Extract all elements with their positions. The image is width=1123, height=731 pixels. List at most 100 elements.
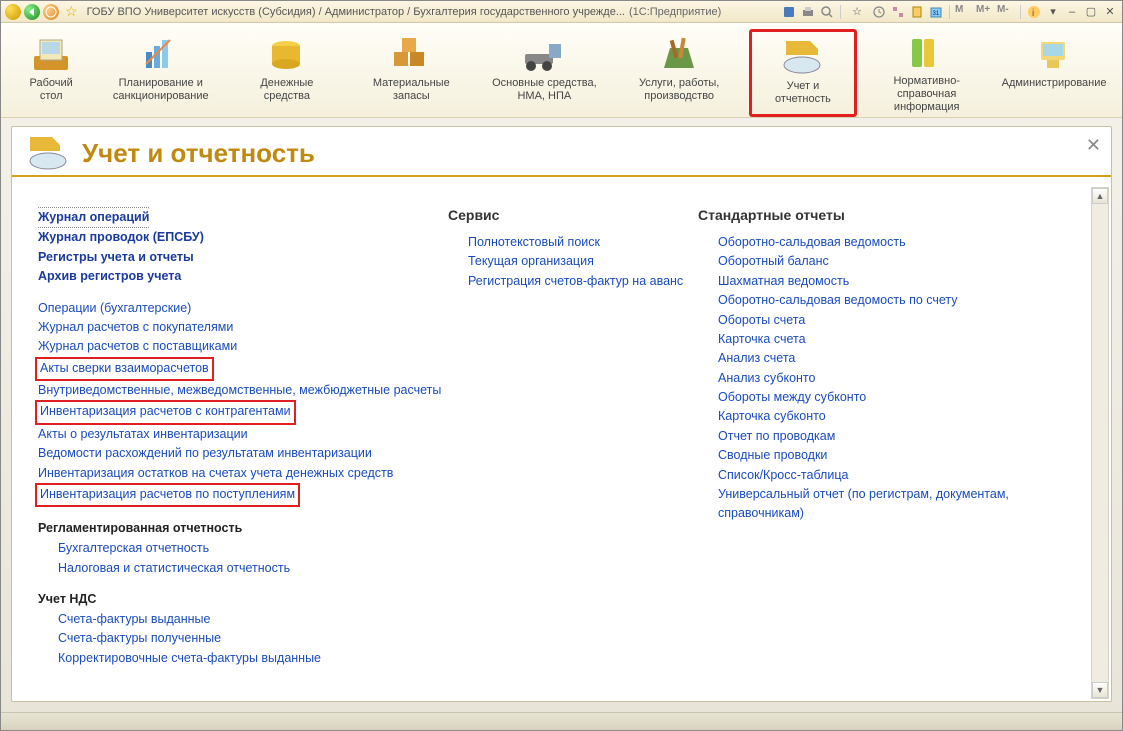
reports-heading: Стандартные отчеты <box>698 207 1038 223</box>
tool-label: Материальные запасы <box>354 77 469 103</box>
link-item[interactable]: Инвентаризация расчетов по поступлениям <box>40 485 295 504</box>
link-item[interactable]: Обороты счета <box>718 311 1038 330</box>
link-item[interactable]: Полнотекстовый поиск <box>468 233 698 252</box>
link-item[interactable]: Анализ счета <box>718 349 1038 368</box>
statusbar <box>1 712 1122 730</box>
column-service: Сервис Полнотекстовый поискТекущая орган… <box>448 207 698 691</box>
tool-services[interactable]: Услуги, работы, производство <box>614 29 745 117</box>
link-item[interactable]: Счета-фактуры выданные <box>58 610 448 629</box>
search-icon[interactable] <box>819 4 835 20</box>
link-item[interactable]: Внутриведомственные, межведомственные, м… <box>38 381 448 400</box>
tool-admin[interactable]: Администрирование <box>996 29 1112 117</box>
link-item[interactable]: Регистрация счетов-фактур на аванс <box>468 272 698 291</box>
separator <box>1020 5 1021 19</box>
link-journal-provodok[interactable]: Журнал проводок (ЕПСБУ) <box>38 228 448 247</box>
link-item[interactable]: Анализ субконто <box>718 369 1038 388</box>
column-main: Журнал операций Журнал проводок (ЕПСБУ) … <box>38 207 448 691</box>
link-item[interactable]: Обороты между субконто <box>718 388 1038 407</box>
minimize-icon[interactable]: – <box>1064 4 1080 20</box>
favorite-icon[interactable]: ☆ <box>65 3 78 20</box>
tool-label: Администрирование <box>1002 77 1107 90</box>
dropdown-icon[interactable]: ▾ <box>1045 4 1061 20</box>
accounting-icon <box>779 36 827 78</box>
tool-label: Услуги, работы, производство <box>620 77 739 103</box>
column-reports: Стандартные отчеты Оборотно-сальдовая ве… <box>698 207 1038 691</box>
link-item[interactable]: Оборотный баланс <box>718 252 1038 271</box>
link-item[interactable]: Операции (бухгалтерские) <box>38 299 448 318</box>
info-icon[interactable]: i <box>1026 4 1042 20</box>
link-item[interactable]: Текущая организация <box>468 252 698 271</box>
link-item[interactable]: Корректировочные счета-фактуры выданные <box>58 649 448 668</box>
separator <box>949 5 950 19</box>
history-icon[interactable] <box>871 4 887 20</box>
scroll-down-icon[interactable]: ▼ <box>1092 682 1108 698</box>
link-item[interactable]: Журнал расчетов с покупателями <box>38 318 448 337</box>
link-item[interactable]: Инвентаризация расчетов с контрагентами <box>40 402 291 421</box>
nav-back-icon[interactable] <box>24 4 40 20</box>
link-item[interactable]: Журнал расчетов с поставщиками <box>38 337 448 356</box>
separator <box>840 5 841 19</box>
window-title: ГОБУ ВПО Университет искусств (Субсидия)… <box>87 6 625 18</box>
link-item[interactable]: Карточка субконто <box>718 407 1038 426</box>
columns: Журнал операций Журнал проводок (ЕПСБУ) … <box>12 177 1111 701</box>
tool-reference[interactable]: Нормативно-справочная информация <box>861 29 992 117</box>
links-icon[interactable] <box>890 4 906 20</box>
link-item[interactable]: Налоговая и статистическая отчетность <box>58 559 448 578</box>
m-button[interactable]: M <box>955 4 973 20</box>
services-icon <box>655 33 703 75</box>
scrollbar[interactable]: ▲ ▼ <box>1091 187 1109 699</box>
maximize-icon[interactable]: ▢ <box>1083 4 1099 20</box>
svg-text:31: 31 <box>933 11 940 17</box>
m-minus-button[interactable]: M- <box>997 4 1015 20</box>
service-heading: Сервис <box>448 207 698 223</box>
link-item[interactable]: Бухгалтерская отчетность <box>58 539 448 558</box>
link-item[interactable]: Инвентаризация остатков на счетах учета … <box>38 464 448 483</box>
main-toolbar: Рабочий стол Планирование и санкциониров… <box>1 23 1122 118</box>
app-icon <box>5 4 21 20</box>
nav-forward-icon[interactable] <box>43 4 59 20</box>
link-archive[interactable]: Архив регистров учета <box>38 267 448 286</box>
page-icon <box>26 135 72 171</box>
link-registry[interactable]: Регистры учета и отчеты <box>38 248 448 267</box>
link-item[interactable]: Карточка счета <box>718 330 1038 349</box>
m-plus-button[interactable]: M+ <box>976 4 994 20</box>
link-item[interactable]: Ведомости расхождений по результатам инв… <box>38 444 448 463</box>
tool-label: Учет и отчетность <box>758 80 849 106</box>
link-item[interactable]: Универсальный отчет (по регистрам, докум… <box>718 485 1038 524</box>
close-window-icon[interactable]: ✕ <box>1102 4 1118 20</box>
save-icon[interactable] <box>781 4 797 20</box>
planning-icon <box>137 33 185 75</box>
reference-icon <box>903 33 951 73</box>
page-title: Учет и отчетность <box>82 138 315 169</box>
link-item[interactable]: Оборотно-сальдовая ведомость по счету <box>718 291 1038 310</box>
scroll-up-icon[interactable]: ▲ <box>1092 188 1108 204</box>
link-item[interactable]: Отчет по проводкам <box>718 427 1038 446</box>
link-item[interactable]: Список/Кросс-таблица <box>718 466 1038 485</box>
print-icon[interactable] <box>800 4 816 20</box>
tool-accounting[interactable]: Учет и отчетность <box>749 29 858 117</box>
link-item[interactable]: Акты сверки взаиморасчетов <box>40 359 209 378</box>
tool-label: Основные средства, НМА, НПА <box>485 77 604 103</box>
tool-assets[interactable]: Основные средства, НМА, НПА <box>479 29 610 117</box>
link-item[interactable]: Оборотно-сальдовая ведомость <box>718 233 1038 252</box>
content-panel: ✕ Учет и отчетность Журнал операций Журн… <box>11 126 1112 702</box>
materials-icon <box>387 33 435 75</box>
page-header: Учет и отчетность <box>12 127 1111 177</box>
link-item[interactable]: Сводные проводки <box>718 446 1038 465</box>
tool-desktop[interactable]: Рабочий стол <box>11 29 91 117</box>
link-journal-ops[interactable]: Журнал операций <box>38 207 149 228</box>
money-icon <box>263 33 311 75</box>
close-panel-icon[interactable]: ✕ <box>1086 135 1101 156</box>
tool-money[interactable]: Денежные средства <box>230 29 343 117</box>
admin-icon <box>1030 33 1078 75</box>
calendar-icon[interactable]: 31 <box>928 4 944 20</box>
star-icon[interactable]: ☆ <box>849 4 865 20</box>
content-wrap: ✕ Учет и отчетность Журнал операций Журн… <box>1 118 1122 712</box>
tool-materials[interactable]: Материальные запасы <box>348 29 475 117</box>
calculator-icon[interactable] <box>909 4 925 20</box>
link-item[interactable]: Счета-фактуры полученные <box>58 629 448 648</box>
link-item[interactable]: Шахматная ведомость <box>718 272 1038 291</box>
link-item[interactable]: Акты о результатах инвентаризации <box>38 425 448 444</box>
tool-planning[interactable]: Планирование и санкционирование <box>95 29 226 117</box>
tool-label: Нормативно-справочная информация <box>867 75 986 115</box>
